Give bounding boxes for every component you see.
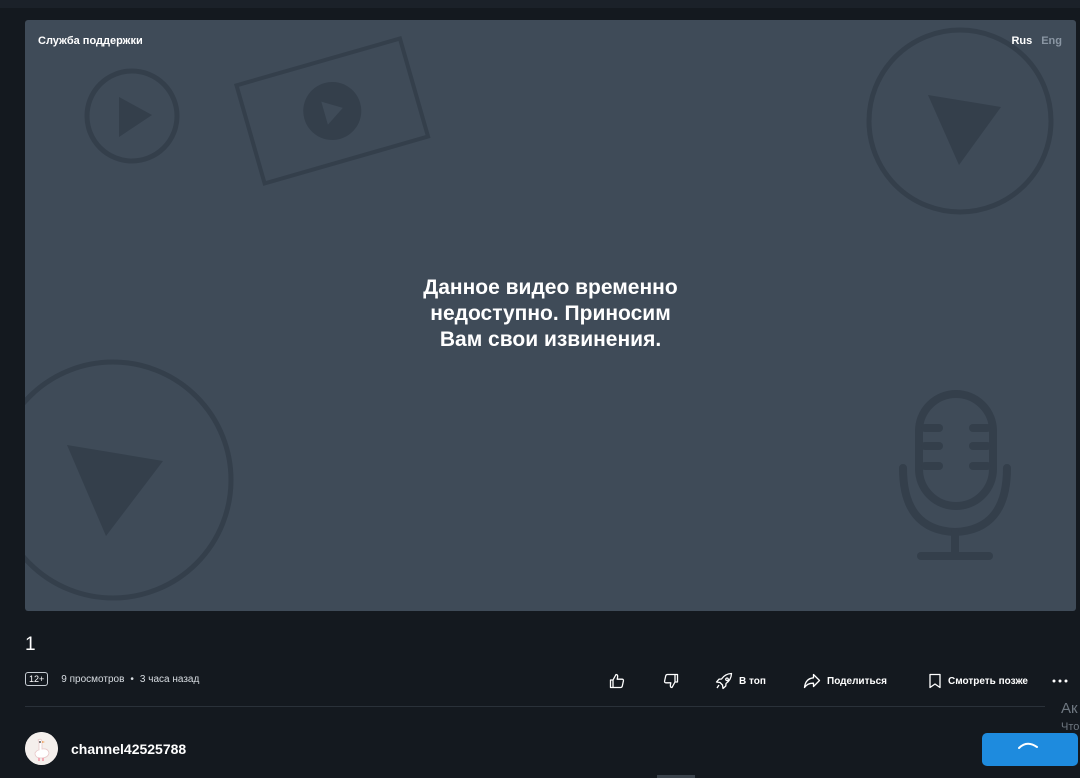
video-frame-icon <box>234 36 431 186</box>
message-line: Данное видео временно <box>423 276 678 299</box>
play-triangle-icon <box>67 445 163 536</box>
language-switcher: Rus Eng <box>1011 35 1062 47</box>
subscribe-button[interactable] <box>982 733 1078 766</box>
play-triangle-icon <box>928 95 1001 165</box>
like-button[interactable] <box>609 673 625 689</box>
like-icon <box>609 673 625 689</box>
more-button[interactable] <box>1051 674 1069 688</box>
dislike-button[interactable] <box>663 673 679 689</box>
rocket-icon <box>715 672 733 690</box>
overlay-line: Ак <box>1061 700 1078 717</box>
top-bar <box>0 0 1080 8</box>
avatar[interactable] <box>25 732 58 765</box>
divider <box>25 706 1045 707</box>
message-line: недоступно. Приносим <box>430 302 671 325</box>
top-label: В топ <box>739 675 766 687</box>
share-label: Поделиться <box>827 675 888 687</box>
microphone-icon <box>899 390 1011 560</box>
lang-rus[interactable]: Rus <box>1011 35 1032 47</box>
channel-name[interactable]: channel42525788 <box>71 741 186 757</box>
channel-block: channel42525788 <box>25 732 186 765</box>
overlay-line: Что <box>1061 721 1080 733</box>
unavailable-message: Данное видео временно недоступно. Принос… <box>25 275 1076 353</box>
watch-later-label: Смотреть позже <box>948 675 1028 687</box>
message-line: Вам свои извинения. <box>439 328 662 351</box>
spinner-icon <box>1018 742 1038 749</box>
play-triangle-icon <box>119 97 152 137</box>
video-player[interactable]: Служба поддержки Rus Eng Данное видео вр… <box>25 20 1076 611</box>
top-button[interactable]: В топ <box>715 672 766 690</box>
video-title: 1 <box>25 634 36 655</box>
support-link[interactable]: Служба поддержки <box>38 35 143 47</box>
dislike-icon <box>663 673 679 689</box>
watch-later-button[interactable]: Смотреть позже <box>928 673 1028 689</box>
goose-avatar-icon <box>25 732 58 765</box>
side-overlay-text: Ак Что <box>1061 700 1079 736</box>
share-arrow-icon <box>803 673 821 689</box>
more-dots-icon <box>1052 679 1068 683</box>
bookmark-icon <box>929 673 941 689</box>
share-button[interactable]: Поделиться <box>803 673 887 689</box>
lang-eng[interactable]: Eng <box>1041 35 1062 47</box>
action-bar: В топ Поделиться Смотреть позже <box>0 670 1080 692</box>
